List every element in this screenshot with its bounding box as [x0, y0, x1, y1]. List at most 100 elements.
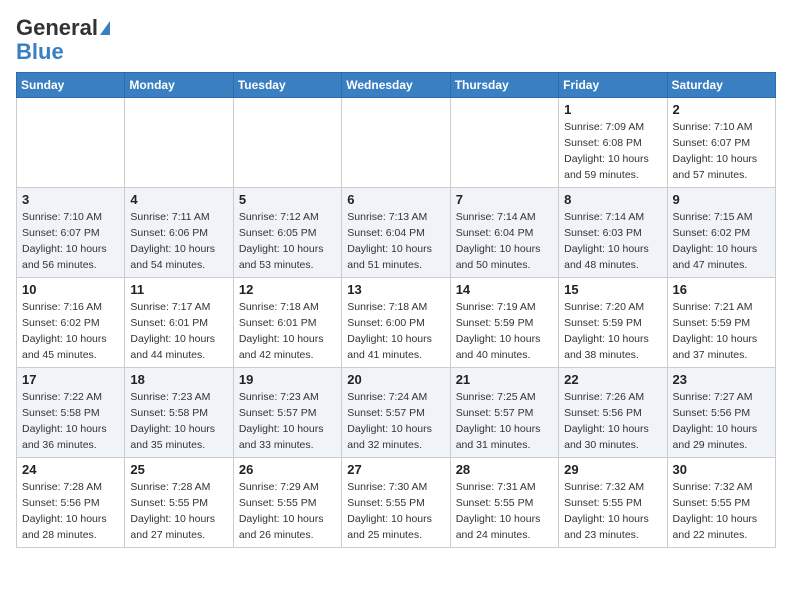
calendar-cell: 13 Sunrise: 7:18 AM Sunset: 6:00 PM Dayli…: [342, 278, 450, 368]
day-info: Sunrise: 7:11 AM Sunset: 6:06 PM Dayligh…: [130, 210, 227, 273]
calendar-week-4: 17 Sunrise: 7:22 AM Sunset: 5:58 PM Dayli…: [17, 368, 776, 458]
day-number: 13: [347, 282, 444, 297]
day-number: 9: [673, 192, 770, 207]
calendar-cell: 23Sunrise: 7:27 AM Sunset: 5:56 PM Dayli…: [667, 368, 775, 458]
calendar-cell: 9 Sunrise: 7:15 AM Sunset: 6:02 PM Daylig…: [667, 188, 775, 278]
calendar-cell: 7 Sunrise: 7:14 AM Sunset: 6:04 PM Daylig…: [450, 188, 558, 278]
day-info: Sunrise: 7:18 AM Sunset: 6:00 PM Dayligh…: [347, 300, 444, 363]
day-info: Sunrise: 7:27 AM Sunset: 5:56 PM Dayligh…: [673, 390, 770, 453]
calendar-cell: 24Sunrise: 7:28 AM Sunset: 5:56 PM Dayli…: [17, 458, 125, 548]
day-info: Sunrise: 7:30 AM Sunset: 5:55 PM Dayligh…: [347, 480, 444, 543]
day-info: Sunrise: 7:24 AM Sunset: 5:57 PM Dayligh…: [347, 390, 444, 453]
calendar-cell: 30 Sunrise: 7:32 AM Sunset: 5:55 PM Dayli…: [667, 458, 775, 548]
day-number: 7: [456, 192, 553, 207]
calendar-cell: 4 Sunrise: 7:11 AM Sunset: 6:06 PM Daylig…: [125, 188, 233, 278]
calendar-cell: 6 Sunrise: 7:13 AM Sunset: 6:04 PM Daylig…: [342, 188, 450, 278]
calendar-cell: [342, 98, 450, 188]
calendar-cell: [233, 98, 341, 188]
day-info: Sunrise: 7:10 AM Sunset: 6:07 PM Dayligh…: [22, 210, 119, 273]
day-info: Sunrise: 7:28 AM Sunset: 5:55 PM Dayligh…: [130, 480, 227, 543]
day-number: 16: [673, 282, 770, 297]
day-number: 6: [347, 192, 444, 207]
day-number: 4: [130, 192, 227, 207]
calendar-cell: 16 Sunrise: 7:21 AM Sunset: 5:59 PM Dayli…: [667, 278, 775, 368]
calendar-week-1: 1 Sunrise: 7:09 AM Sunset: 6:08 PM Daylig…: [17, 98, 776, 188]
calendar-cell: 17 Sunrise: 7:22 AM Sunset: 5:58 PM Dayli…: [17, 368, 125, 458]
day-info: Sunrise: 7:12 AM Sunset: 6:05 PM Dayligh…: [239, 210, 336, 273]
day-info: Sunrise: 7:26 AM Sunset: 5:56 PM Dayligh…: [564, 390, 661, 453]
calendar-cell: 25 Sunrise: 7:28 AM Sunset: 5:55 PM Dayli…: [125, 458, 233, 548]
day-info: Sunrise: 7:20 AM Sunset: 5:59 PM Dayligh…: [564, 300, 661, 363]
day-number: 21: [456, 372, 553, 387]
calendar-cell: 10 Sunrise: 7:16 AM Sunset: 6:02 PM Dayli…: [17, 278, 125, 368]
day-number: 30: [673, 462, 770, 477]
day-info: Sunrise: 7:21 AM Sunset: 5:59 PM Dayligh…: [673, 300, 770, 363]
calendar-cell: [125, 98, 233, 188]
day-info: Sunrise: 7:29 AM Sunset: 5:55 PM Dayligh…: [239, 480, 336, 543]
calendar-cell: 26 Sunrise: 7:29 AM Sunset: 5:55 PM Dayli…: [233, 458, 341, 548]
calendar-cell: [17, 98, 125, 188]
calendar-cell: 29 Sunrise: 7:32 AM Sunset: 5:55 PM Dayli…: [559, 458, 667, 548]
logo-text-blue: Blue: [16, 40, 64, 64]
day-info: Sunrise: 7:15 AM Sunset: 6:02 PM Dayligh…: [673, 210, 770, 273]
day-info: Sunrise: 7:19 AM Sunset: 5:59 PM Dayligh…: [456, 300, 553, 363]
day-info: Sunrise: 7:23 AM Sunset: 5:57 PM Dayligh…: [239, 390, 336, 453]
logo-text-general: General: [16, 16, 98, 40]
day-number: 18: [130, 372, 227, 387]
day-number: 29: [564, 462, 661, 477]
day-number: 26: [239, 462, 336, 477]
calendar-week-3: 10 Sunrise: 7:16 AM Sunset: 6:02 PM Dayli…: [17, 278, 776, 368]
weekday-header-sunday: Sunday: [17, 73, 125, 98]
day-number: 10: [22, 282, 119, 297]
day-number: 25: [130, 462, 227, 477]
logo: General Blue: [16, 16, 110, 64]
calendar-cell: 20 Sunrise: 7:24 AM Sunset: 5:57 PM Dayli…: [342, 368, 450, 458]
calendar-week-5: 24Sunrise: 7:28 AM Sunset: 5:56 PM Dayli…: [17, 458, 776, 548]
calendar-cell: 5 Sunrise: 7:12 AM Sunset: 6:05 PM Daylig…: [233, 188, 341, 278]
day-number: 22: [564, 372, 661, 387]
day-number: 5: [239, 192, 336, 207]
weekday-header-thursday: Thursday: [450, 73, 558, 98]
day-info: Sunrise: 7:32 AM Sunset: 5:55 PM Dayligh…: [673, 480, 770, 543]
day-info: Sunrise: 7:14 AM Sunset: 6:03 PM Dayligh…: [564, 210, 661, 273]
day-number: 11: [130, 282, 227, 297]
calendar-cell: 27 Sunrise: 7:30 AM Sunset: 5:55 PM Dayli…: [342, 458, 450, 548]
calendar-cell: 28 Sunrise: 7:31 AM Sunset: 5:55 PM Dayli…: [450, 458, 558, 548]
logo-triangle-icon: [100, 21, 110, 35]
day-info: Sunrise: 7:14 AM Sunset: 6:04 PM Dayligh…: [456, 210, 553, 273]
day-info: Sunrise: 7:10 AM Sunset: 6:07 PM Dayligh…: [673, 120, 770, 183]
day-number: 15: [564, 282, 661, 297]
day-info: Sunrise: 7:32 AM Sunset: 5:55 PM Dayligh…: [564, 480, 661, 543]
calendar-cell: 22 Sunrise: 7:26 AM Sunset: 5:56 PM Dayli…: [559, 368, 667, 458]
day-info: Sunrise: 7:18 AM Sunset: 6:01 PM Dayligh…: [239, 300, 336, 363]
day-info: Sunrise: 7:22 AM Sunset: 5:58 PM Dayligh…: [22, 390, 119, 453]
day-info: Sunrise: 7:28 AM Sunset: 5:56 PM Dayligh…: [22, 480, 119, 543]
day-number: 1: [564, 102, 661, 117]
calendar-header-row: SundayMondayTuesdayWednesdayThursdayFrid…: [17, 73, 776, 98]
day-info: Sunrise: 7:31 AM Sunset: 5:55 PM Dayligh…: [456, 480, 553, 543]
calendar-cell: 3Sunrise: 7:10 AM Sunset: 6:07 PM Daylig…: [17, 188, 125, 278]
day-number: 17: [22, 372, 119, 387]
calendar-cell: 8 Sunrise: 7:14 AM Sunset: 6:03 PM Daylig…: [559, 188, 667, 278]
day-number: 28: [456, 462, 553, 477]
calendar-cell: [450, 98, 558, 188]
day-number: 27: [347, 462, 444, 477]
day-number: 19: [239, 372, 336, 387]
day-info: Sunrise: 7:13 AM Sunset: 6:04 PM Dayligh…: [347, 210, 444, 273]
calendar-table: SundayMondayTuesdayWednesdayThursdayFrid…: [16, 72, 776, 548]
calendar-cell: 14 Sunrise: 7:19 AM Sunset: 5:59 PM Dayli…: [450, 278, 558, 368]
day-info: Sunrise: 7:25 AM Sunset: 5:57 PM Dayligh…: [456, 390, 553, 453]
day-number: 12: [239, 282, 336, 297]
day-info: Sunrise: 7:16 AM Sunset: 6:02 PM Dayligh…: [22, 300, 119, 363]
calendar-cell: 11Sunrise: 7:17 AM Sunset: 6:01 PM Dayli…: [125, 278, 233, 368]
weekday-header-wednesday: Wednesday: [342, 73, 450, 98]
calendar-cell: 19 Sunrise: 7:23 AM Sunset: 5:57 PM Dayli…: [233, 368, 341, 458]
calendar-cell: 12 Sunrise: 7:18 AM Sunset: 6:01 PM Dayli…: [233, 278, 341, 368]
calendar-cell: 21 Sunrise: 7:25 AM Sunset: 5:57 PM Dayli…: [450, 368, 558, 458]
weekday-header-tuesday: Tuesday: [233, 73, 341, 98]
day-number: 14: [456, 282, 553, 297]
day-number: 20: [347, 372, 444, 387]
day-info: Sunrise: 7:23 AM Sunset: 5:58 PM Dayligh…: [130, 390, 227, 453]
day-info: Sunrise: 7:09 AM Sunset: 6:08 PM Dayligh…: [564, 120, 661, 183]
day-number: 8: [564, 192, 661, 207]
